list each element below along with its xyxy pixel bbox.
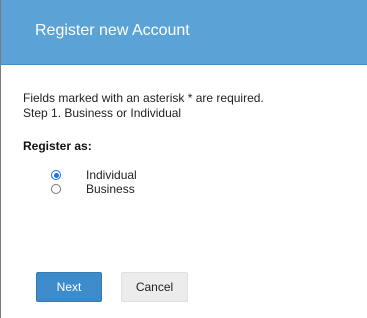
radio-unselected-icon[interactable] (51, 184, 61, 194)
register-as-label: Register as: (23, 139, 92, 153)
dialog-title: Register new Account (35, 22, 190, 39)
step-label: Step 1. Business or Individual (23, 106, 182, 120)
cancel-button[interactable]: Cancel (121, 272, 188, 302)
option-individual-label[interactable]: Individual (86, 168, 137, 182)
option-business-label[interactable]: Business (86, 182, 135, 196)
option-business[interactable]: Business (51, 182, 135, 196)
required-fields-note: Fields marked with an asterisk * are req… (23, 91, 264, 105)
dialog-header: Register new Account (1, 0, 367, 65)
radio-selected-icon[interactable] (51, 170, 61, 180)
option-individual[interactable]: Individual (51, 168, 137, 182)
next-button[interactable]: Next (36, 272, 102, 302)
intro-text: Fields marked with an asterisk * are req… (23, 91, 264, 121)
register-dialog: Register new Account Fields marked with … (0, 0, 367, 318)
